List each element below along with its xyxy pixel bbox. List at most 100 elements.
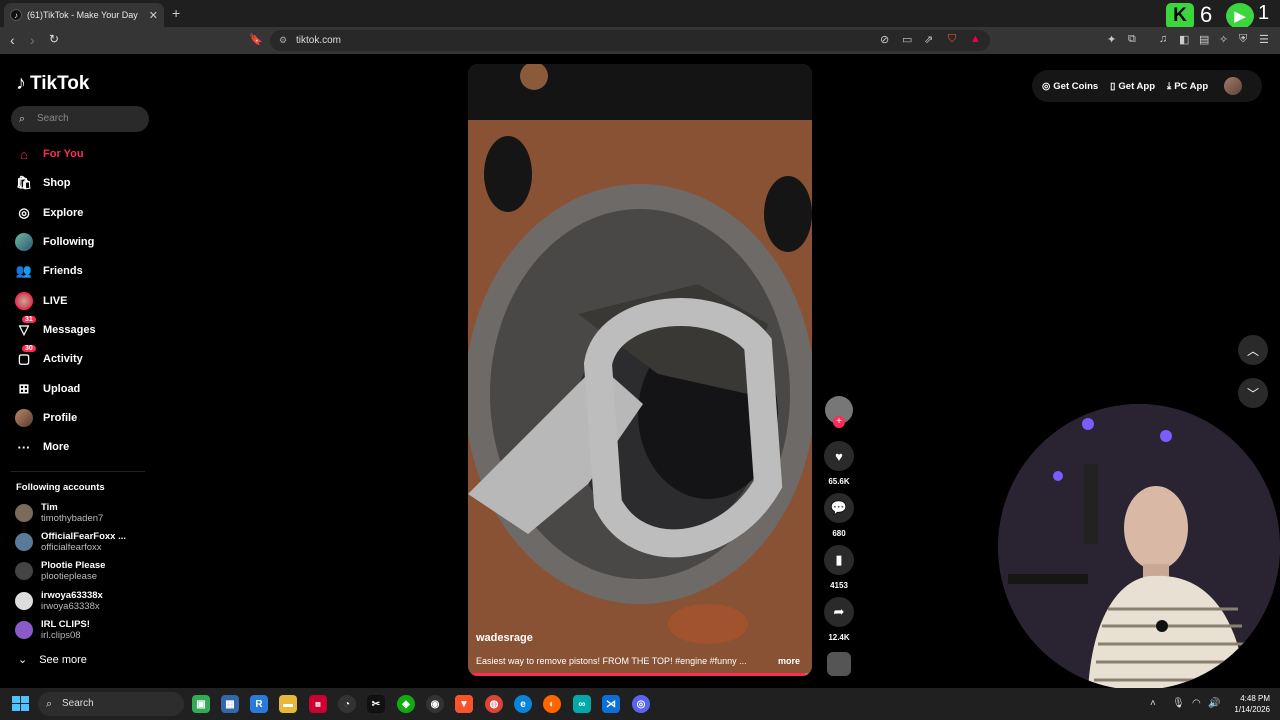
- comment-icon[interactable]: 💬: [824, 493, 854, 523]
- previous-video-button[interactable]: ︿: [1238, 335, 1268, 365]
- url-text: tiktok.com: [296, 35, 342, 46]
- site-settings-icon[interactable]: ⚙: [279, 30, 287, 51]
- heart-icon[interactable]: ♥: [824, 441, 854, 471]
- wallet-icon[interactable]: ▤: [1199, 33, 1209, 46]
- play-extension-count: 1: [1258, 2, 1270, 24]
- nav-upload[interactable]: ⊞ Upload: [15, 378, 81, 400]
- avatar: [15, 533, 33, 551]
- creator-avatar[interactable]: +: [822, 396, 856, 428]
- nav-activity[interactable]: ▢ 30 Activity: [15, 345, 83, 370]
- like-action[interactable]: ♥ 65.6K: [822, 441, 856, 486]
- play-extension-icon[interactable]: ▶: [1226, 3, 1254, 29]
- taskbar-clock[interactable]: 4:48 PM 1/14/2026: [1226, 693, 1270, 715]
- tiktok-logo-text: TikTok: [30, 72, 90, 94]
- app-icon[interactable]: ◔: [338, 695, 356, 713]
- reload-icon[interactable]: ↻: [49, 32, 59, 46]
- app-icon[interactable]: ◈: [397, 695, 415, 713]
- account-name: Plootie Please: [41, 560, 106, 571]
- nav-explore[interactable]: ◎ Explore: [15, 202, 83, 224]
- nav-messages[interactable]: ▽ 31 Messages: [15, 316, 96, 341]
- account-handle: officialfearfoxx: [41, 542, 102, 553]
- save-count: 4153: [830, 581, 848, 590]
- share-action[interactable]: ➦ 12.4K: [822, 597, 856, 642]
- video-progress-bar[interactable]: [468, 673, 806, 676]
- bookmark-icon[interactable]: ▮: [824, 545, 854, 575]
- capcut-icon[interactable]: ✂: [367, 695, 385, 713]
- back-icon[interactable]: ‹: [10, 32, 15, 48]
- nav-following[interactable]: Following: [15, 231, 94, 253]
- follow-plus-icon[interactable]: +: [833, 416, 845, 428]
- leo-ai-icon[interactable]: ✧: [1219, 33, 1228, 46]
- see-more-label: See more: [39, 653, 87, 666]
- screenshot-icon[interactable]: ⧉: [1128, 33, 1136, 46]
- video-author[interactable]: wadesrage: [476, 632, 533, 644]
- app-icon[interactable]: ▣: [192, 695, 210, 713]
- app-icon[interactable]: R: [250, 695, 268, 713]
- edge-icon[interactable]: e: [514, 695, 532, 713]
- file-explorer-icon[interactable]: ▬: [279, 695, 297, 713]
- forward-icon[interactable]: ›: [30, 32, 35, 48]
- microphone-icon[interactable]: 🎙: [1172, 698, 1185, 709]
- firefox-icon[interactable]: ◐: [543, 695, 561, 713]
- caption-more-button[interactable]: more: [778, 656, 800, 666]
- vpn-icon[interactable]: ⛨: [1239, 33, 1247, 46]
- taskbar-search[interactable]: ⌕ Search: [38, 692, 184, 716]
- wifi-icon[interactable]: ◠: [1192, 698, 1201, 709]
- brave-icon[interactable]: ▼: [455, 695, 473, 713]
- comment-action[interactable]: 💬 680: [822, 493, 856, 538]
- following-account[interactable]: irwoya63338x irwoya63338x: [15, 588, 103, 614]
- next-video-button[interactable]: ﹀: [1238, 378, 1268, 408]
- bookmark-icon[interactable]: 🔖: [249, 33, 263, 46]
- nav-label: Shop: [43, 177, 71, 189]
- new-tab-button[interactable]: +: [172, 5, 180, 21]
- sidebar-icon[interactable]: ◧: [1179, 33, 1189, 46]
- tiktok-logo[interactable]: ♪ TikTok: [16, 72, 89, 95]
- app-icon[interactable]: ▦: [221, 695, 239, 713]
- extensions-icon[interactable]: ✦: [1107, 33, 1116, 46]
- avatar[interactable]: +: [825, 396, 853, 428]
- browser-tab[interactable]: ♪ (61)TikTok - Make Your Day ✕: [4, 3, 164, 27]
- nav-friends[interactable]: 👥 Friends: [15, 260, 83, 282]
- video-player[interactable]: wadesrage Easiest way to remove pistons!…: [468, 64, 812, 676]
- app-icon[interactable]: ∞: [573, 695, 591, 713]
- chevron-up-icon[interactable]: ˄: [1150, 698, 1156, 709]
- following-account[interactable]: IRL CLIPS! irl.clips08: [15, 617, 90, 643]
- pc-app-button[interactable]: ⤓ PC App: [1167, 81, 1208, 92]
- menu-icon[interactable]: ☰: [1259, 33, 1269, 46]
- save-action[interactable]: ▮ 4153: [822, 545, 856, 590]
- vscode-icon[interactable]: ⋊: [602, 695, 620, 713]
- share-icon[interactable]: ⇗: [924, 33, 933, 46]
- kick-extension-icon[interactable]: K: [1166, 3, 1194, 29]
- media-icon[interactable]: ♫: [1159, 33, 1167, 45]
- nav-live[interactable]: LIVE: [15, 290, 67, 312]
- nav-for-you[interactable]: ⌂ For You: [15, 143, 83, 165]
- windows-start-icon[interactable]: [12, 696, 30, 712]
- see-more-button[interactable]: ⌄ See more: [18, 653, 87, 667]
- nav-profile[interactable]: Profile: [15, 407, 77, 429]
- avatar[interactable]: [1224, 77, 1243, 95]
- tab-close-icon[interactable]: ✕: [149, 9, 158, 22]
- brave-rewards-icon[interactable]: ▲: [970, 33, 981, 45]
- following-account[interactable]: Plootie Please plootieplease: [15, 558, 105, 584]
- following-account[interactable]: Tim timothybaden7: [15, 500, 103, 526]
- search-input[interactable]: ⌕ Search: [11, 106, 149, 132]
- nav-shop[interactable]: 🛍 Shop: [15, 172, 71, 194]
- cast-icon[interactable]: ▭: [902, 33, 912, 46]
- media-off-icon[interactable]: ⊘: [880, 33, 889, 46]
- chrome-icon[interactable]: ◍: [485, 695, 503, 713]
- volume-icon[interactable]: 🔊: [1208, 698, 1220, 709]
- obs-icon[interactable]: ◉: [426, 695, 444, 713]
- get-app-button[interactable]: ▯ Get App: [1110, 81, 1155, 92]
- like-count: 65.6K: [828, 477, 850, 486]
- get-coins-button[interactable]: ◎ Get Coins: [1042, 81, 1098, 92]
- compass-icon: ◎: [18, 205, 30, 220]
- brave-shields-icon[interactable]: ⛉: [948, 33, 956, 46]
- share-arrow-icon[interactable]: ➦: [824, 597, 854, 627]
- discord-icon[interactable]: ◎: [632, 695, 650, 713]
- following-account[interactable]: OfficialFearFoxx ... officialfearfoxx: [15, 529, 126, 555]
- music-disc[interactable]: [822, 652, 856, 676]
- nav-more[interactable]: ··· More: [15, 436, 70, 458]
- music-disc-icon[interactable]: [827, 652, 851, 676]
- app-icon[interactable]: ▤: [309, 695, 327, 713]
- following-icon: [15, 233, 33, 251]
